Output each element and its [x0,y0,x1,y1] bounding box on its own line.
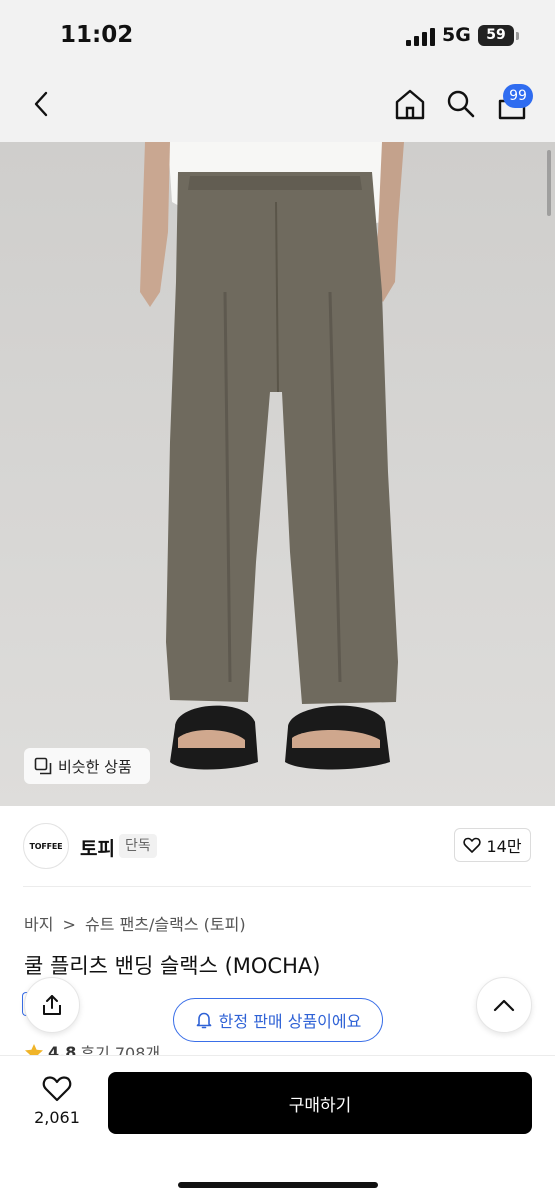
heart-icon [463,837,482,853]
breadcrumb-category[interactable]: 바지 [24,915,53,934]
breadcrumb: 바지 > 슈트 팬츠/슬랙스 (토피) [24,911,246,935]
brand-like-button[interactable]: 14만 [454,828,531,862]
status-time: 11:02 [60,22,134,48]
home-icon [395,89,425,120]
limited-sale-notice[interactable]: 한정 판매 상품이에요 [173,998,383,1042]
brand-logo[interactable]: TOFFEE [23,823,69,869]
divider [23,886,531,887]
brand-like-count: 14만 [486,837,522,856]
signal-icon [406,28,436,50]
search-icon [447,90,475,118]
back-icon [34,91,48,117]
buy-button[interactable]: 구매하기 [108,1072,532,1134]
home-button[interactable] [392,86,428,122]
back-button[interactable] [26,88,56,120]
product-image[interactable] [0,142,555,806]
wishlist-button[interactable] [42,1075,72,1106]
home-indicator [178,1182,378,1188]
search-button[interactable] [443,86,479,122]
wishlist-count: 2,061 [34,1108,80,1127]
cart-badge: 99 [503,84,533,108]
network-label: 5G [442,24,471,46]
heart-icon [42,1076,72,1102]
share-button[interactable] [24,977,80,1033]
brand-name[interactable]: 토피 [80,834,115,861]
battery-cap [516,32,519,40]
scroll-indicator [547,150,551,216]
product-photo [0,142,555,806]
exclusive-tag: 단독 [119,834,157,858]
chevron-up-icon [493,999,515,1012]
battery-icon: 59 [478,25,514,46]
copy-icon [34,757,52,775]
scroll-top-button[interactable] [476,977,532,1033]
breadcrumb-subcategory[interactable]: 슈트 팬츠/슬랙스 (토피) [85,915,246,934]
share-icon [43,995,61,1015]
product-title: 쿨 플리츠 밴딩 슬랙스 (MOCHA) [24,954,321,978]
similar-products-button[interactable]: 비슷한 상품 [24,748,150,784]
breadcrumb-separator: > [62,915,76,934]
limited-sale-label: 한정 판매 상품이에요 [218,1012,362,1031]
bell-icon [196,1012,211,1029]
similar-products-label: 비슷한 상품 [58,757,132,776]
